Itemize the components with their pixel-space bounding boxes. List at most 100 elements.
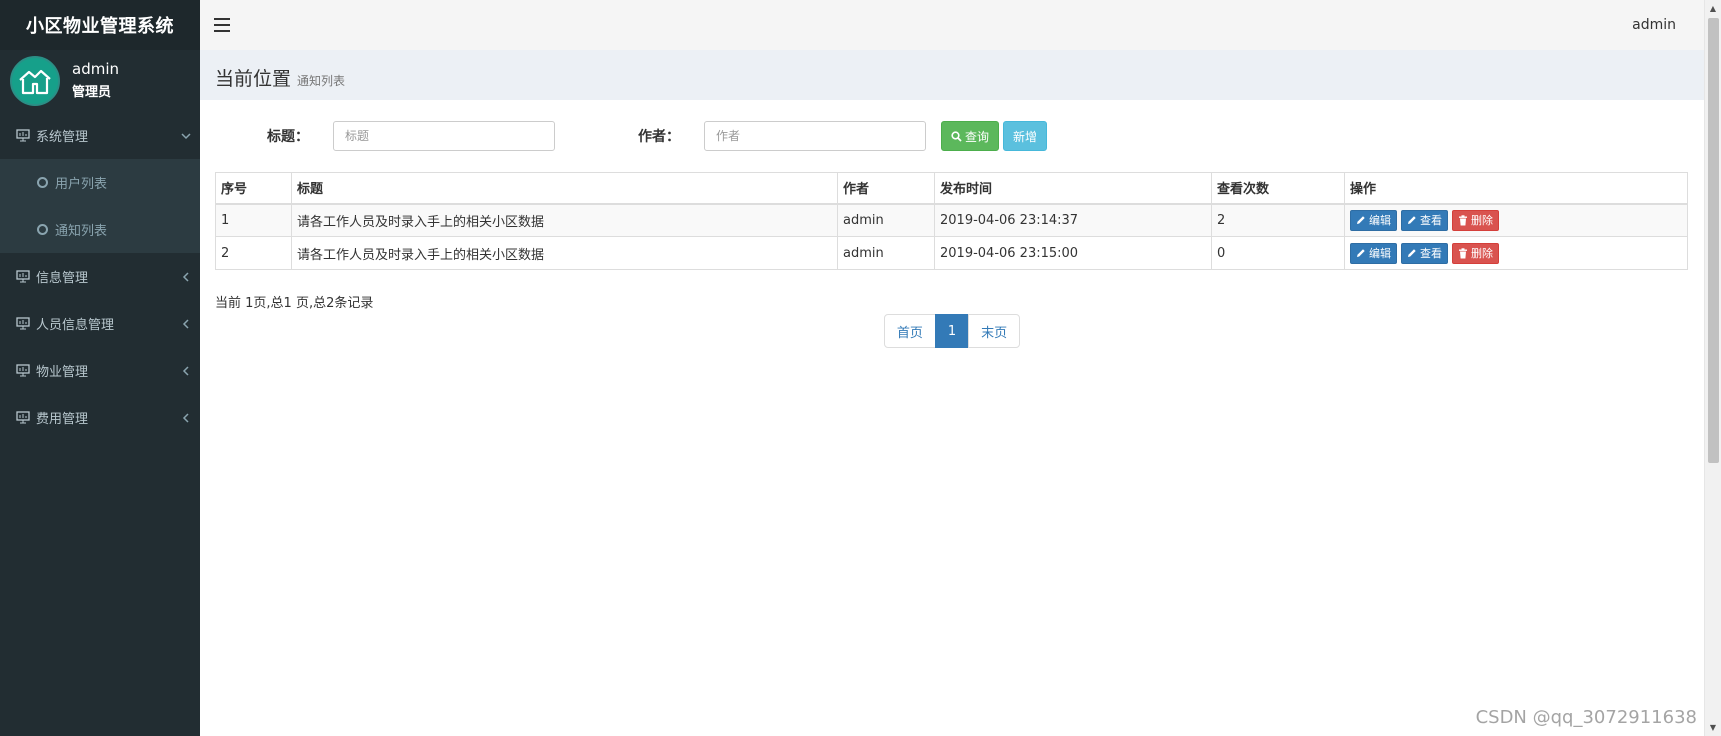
author-label: 作者： (638, 129, 680, 145)
edit-button[interactable]: 编辑 (1350, 209, 1397, 231)
chevron-left-icon (180, 365, 192, 377)
pagination-summary: 当前 1页,总1 页,总2条记录 (215, 296, 374, 311)
last-page-link[interactable]: 末页 (968, 314, 1021, 348)
cell-time: 2019-04-06 23:14:37 (934, 203, 1212, 237)
cell-id: 2 (215, 236, 292, 270)
cell-views: 0 (1211, 236, 1345, 270)
submenu-system: 用户列表 通知列表 (0, 159, 200, 253)
pencil-icon (1407, 215, 1417, 225)
column-header: 操作 (1344, 172, 1688, 205)
sidebar-item-fees[interactable]: 费用管理 (0, 394, 200, 441)
edit-label: 编辑 (1369, 214, 1391, 228)
sidebar-item-label: 物业管理 (36, 365, 89, 380)
cell-actions: 编辑 查看 删除 (1344, 236, 1688, 270)
sidebar-item-property[interactable]: 物业管理 (0, 347, 200, 394)
sidebar: 小区物业管理系统 admin 管理员 系统管理 用户列表 通知列表 信息管理 人… (0, 0, 200, 736)
view-label: 查看 (1420, 247, 1442, 260)
add-button-label: 新增 (1013, 129, 1038, 144)
sidebar-item-system[interactable]: 系统管理 (0, 112, 200, 159)
scroll-up-icon[interactable]: ▲ (1705, 0, 1721, 17)
column-header: 查看次数 (1211, 172, 1345, 205)
watermark: CSDN @qq_3072911638 (1475, 707, 1697, 728)
delete-label: 删除 (1471, 247, 1493, 260)
vertical-scrollbar[interactable]: ▲ ▼ (1704, 0, 1721, 736)
monitor-icon (16, 316, 30, 331)
delete-label: 删除 (1471, 214, 1493, 228)
scrollbar-thumb[interactable] (1708, 18, 1719, 463)
cell-author: admin (837, 203, 935, 237)
breadcrumb-page: 通知列表 (297, 74, 346, 88)
main-content: 标题： 作者： 查询 新增 序号 标题 作者 发布时间 查看次数 操作 (215, 100, 1690, 348)
chevron-left-icon (180, 271, 192, 283)
column-header: 序号 (215, 172, 292, 205)
user-role: 管理员 (72, 85, 112, 100)
edit-button[interactable]: 编辑 (1350, 242, 1397, 264)
sidebar-item-label: 信息管理 (36, 271, 89, 286)
sidebar-item-user-list[interactable]: 用户列表 (0, 159, 200, 206)
add-button[interactable]: 新增 (1003, 121, 1048, 151)
avatar (10, 56, 60, 106)
pencil-icon (1356, 215, 1366, 225)
view-button[interactable]: 查看 (1401, 209, 1448, 231)
search-bar: 标题： 作者： 查询 新增 (215, 100, 1690, 172)
cell-title: 请各工作人员及时录入手上的相关小区数据 (291, 203, 838, 237)
sidebar-item-info[interactable]: 信息管理 (0, 253, 200, 300)
search-icon (951, 130, 962, 142)
monitor-icon (16, 128, 30, 143)
scroll-down-icon[interactable]: ▼ (1705, 719, 1721, 736)
title-label: 标题： (267, 129, 309, 145)
chevron-left-icon (180, 412, 192, 424)
breadcrumb-label: 当前位置 (215, 68, 292, 90)
cell-actions: 编辑 查看 删除 (1344, 203, 1688, 237)
delete-button[interactable]: 删除 (1452, 209, 1499, 231)
chevron-down-icon (180, 130, 192, 142)
query-button[interactable]: 查询 (941, 121, 1000, 151)
column-header: 标题 (291, 172, 838, 205)
sidebar-item-personnel[interactable]: 人员信息管理 (0, 300, 200, 347)
menu-toggle-icon[interactable] (212, 17, 232, 33)
monitor-icon (16, 269, 30, 284)
sidebar-menu: 系统管理 用户列表 通知列表 信息管理 人员信息管理 物业管理 费用管理 (0, 112, 200, 441)
trash-icon (1458, 247, 1468, 259)
sidebar-item-label: 通知列表 (55, 224, 108, 239)
sidebar-item-notice-list[interactable]: 通知列表 (0, 206, 200, 253)
app-title: 小区物业管理系统 (0, 0, 200, 50)
column-header: 作者 (837, 172, 935, 205)
view-button[interactable]: 查看 (1401, 242, 1448, 264)
delete-button[interactable]: 删除 (1452, 242, 1499, 264)
user-name: admin (72, 60, 119, 78)
cell-author: admin (837, 236, 935, 270)
chevron-left-icon (180, 318, 192, 330)
circle-icon (37, 224, 48, 235)
first-page-link[interactable]: 首页 (883, 314, 936, 348)
view-label: 查看 (1420, 214, 1442, 228)
pencil-icon (1356, 248, 1366, 258)
author-search-input[interactable] (704, 121, 926, 151)
breadcrumb: 当前位置 通知列表 (200, 50, 1704, 100)
table-row: 1 请各工作人员及时录入手上的相关小区数据 admin 2019-04-06 2… (215, 203, 1688, 237)
cell-id: 1 (215, 203, 292, 237)
trash-icon (1458, 215, 1468, 226)
table-row: 2 请各工作人员及时录入手上的相关小区数据 admin 2019-04-06 2… (215, 236, 1688, 270)
page-link-current[interactable]: 1 (934, 314, 970, 348)
header-username[interactable]: admin (1632, 17, 1676, 33)
user-panel: admin 管理员 (0, 50, 200, 112)
house-icon (19, 69, 51, 95)
pagination: 首页 1 末页 (215, 314, 1690, 348)
sidebar-item-label: 费用管理 (36, 412, 89, 427)
sidebar-item-label: 系统管理 (36, 130, 89, 145)
pencil-icon (1407, 248, 1417, 258)
edit-label: 编辑 (1369, 247, 1391, 260)
column-header: 发布时间 (934, 172, 1212, 205)
cell-title: 请各工作人员及时录入手上的相关小区数据 (291, 236, 838, 270)
monitor-icon (16, 410, 30, 425)
notice-table: 序号 标题 作者 发布时间 查看次数 操作 1 请各工作人员及时录入手上的相关小… (215, 172, 1688, 270)
cell-views: 2 (1211, 203, 1345, 237)
monitor-icon (16, 363, 30, 378)
title-search-input[interactable] (333, 121, 555, 151)
sidebar-item-label: 人员信息管理 (36, 318, 115, 333)
top-header: admin (200, 0, 1704, 50)
query-button-label: 查询 (965, 129, 990, 144)
sidebar-item-label: 用户列表 (55, 177, 108, 192)
table-header-row: 序号 标题 作者 发布时间 查看次数 操作 (215, 172, 1688, 205)
